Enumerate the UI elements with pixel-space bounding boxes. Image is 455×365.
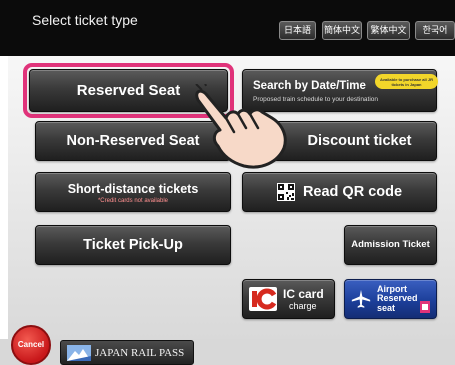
cancel-button[interactable]: Cancel (11, 325, 51, 365)
ic-card-icon (249, 287, 277, 311)
seat-icon (420, 301, 430, 313)
short-distance-tickets-label: Short-distance tickets (67, 181, 199, 196)
header-bar: Select ticket type 日本語 簡体中文 繁体中文 한국어 (0, 0, 455, 56)
japan-rail-pass-logo-icon (67, 344, 91, 361)
credit-card-note: *Credit cards not available (97, 197, 169, 204)
language-button-traditional-chinese[interactable]: 繁体中文 (367, 21, 410, 40)
airport-reserved-seat-button[interactable]: Airport Reserved seat (344, 279, 437, 319)
discount-ticket-label: Discount ticket (307, 133, 412, 149)
reserved-seat-label: Reserved Seat (76, 81, 181, 99)
read-qr-code-button[interactable]: Read QR code (242, 172, 437, 212)
page-title: Select ticket type (32, 12, 138, 28)
ic-card-label: IC card (283, 286, 324, 301)
language-button-korean[interactable]: 한국어 (415, 21, 455, 40)
admission-ticket-button[interactable]: Admission Ticket (344, 225, 437, 265)
ticket-pickup-label: Ticket Pick-Up (83, 237, 183, 253)
availability-badge: Available to purchase all JR tickets in … (375, 74, 438, 89)
language-button-japanese[interactable]: 日本語 (279, 21, 316, 40)
ticket-pickup-button[interactable]: Ticket Pick-Up (35, 225, 231, 265)
non-reserved-seat-label: Non-Reserved Seat (66, 133, 200, 149)
ic-card-charge-button[interactable]: IC card charge (242, 279, 335, 319)
ic-card-charge-label: charge (289, 300, 317, 311)
language-button-simplified-chinese[interactable]: 簡体中文 (322, 21, 362, 40)
read-qr-code-label: Read QR code (302, 184, 403, 200)
japan-rail-pass-label: JAPAN RAIL PASS (95, 346, 185, 359)
seat-label: seat (377, 302, 396, 313)
pointing-hand-icon (195, 84, 287, 169)
short-distance-tickets-button[interactable]: Short-distance tickets *Credit cards not… (35, 172, 231, 212)
airplane-icon (351, 289, 371, 308)
admission-ticket-label: Admission Ticket (351, 239, 430, 250)
japan-rail-pass-button[interactable]: JAPAN RAIL PASS (60, 340, 194, 365)
qr-code-icon (276, 183, 295, 201)
